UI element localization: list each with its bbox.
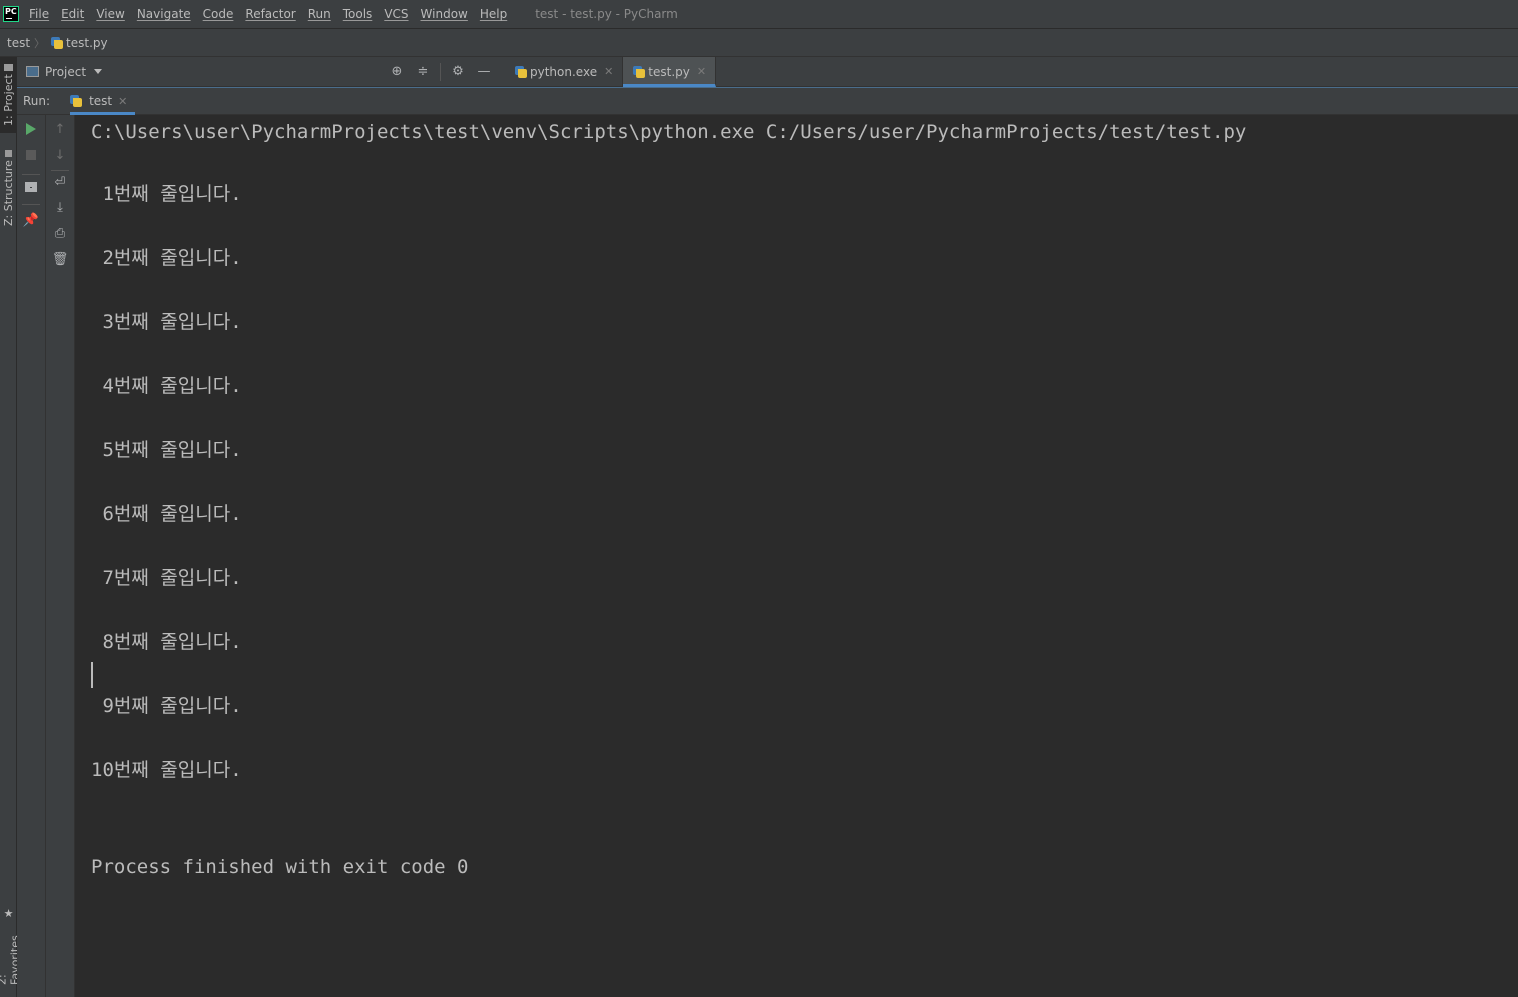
editor-tabs: python.exe ✕ test.py ✕ (505, 56, 717, 87)
scroll-up-button[interactable]: ↑ (52, 121, 68, 137)
run-console[interactable]: C:\Users\user\PycharmProjects\test\venv\… (75, 115, 1518, 997)
tool-tab-structure-label: Z: Structure (2, 160, 15, 227)
print-button[interactable]: ⎙ (52, 225, 68, 241)
menu-refactor[interactable]: Refactor (245, 7, 295, 21)
hide-icon[interactable]: — (471, 62, 497, 82)
tool-tab-project[interactable]: 1: Project (0, 57, 17, 133)
layout-icon (25, 182, 37, 192)
python-file-icon (515, 65, 527, 78)
close-icon[interactable]: ✕ (697, 65, 706, 78)
star-icon: ★ (2, 907, 15, 920)
arrow-up-icon: ↑ (54, 121, 66, 137)
console-output-line: 2번째 줄입니다. (91, 247, 242, 269)
python-file-icon (70, 95, 83, 107)
tool-tab-structure[interactable]: Z: Structure (0, 145, 17, 231)
console-output-line: 8번째 줄입니다. (91, 631, 242, 653)
stop-button[interactable] (23, 147, 39, 163)
console-output-line: 9번째 줄입니다. (91, 695, 242, 717)
printer-icon: ⎙ (54, 225, 66, 241)
folder-icon (4, 63, 13, 71)
menu-vcs[interactable]: VCS (384, 7, 408, 21)
scroll-to-end-icon: ⤓ (57, 199, 63, 215)
scroll-to-end-button[interactable]: ⤓ (52, 199, 68, 215)
pin-tab-button[interactable]: 📌 (23, 212, 39, 228)
close-icon[interactable]: ✕ (118, 95, 127, 108)
menu-bar: PC File Edit View Navigate Code Refactor… (0, 0, 1518, 29)
breadcrumb: test 〉 test.py (0, 29, 1518, 57)
menu-help[interactable]: Help (480, 7, 507, 21)
run-toolbar-secondary: ↑ ↓ ⏎ ⤓ ⎙ 🗑 (46, 115, 75, 997)
menu-tools[interactable]: Tools (343, 7, 373, 21)
python-file-icon (51, 36, 64, 49)
menu-edit[interactable]: Edit (61, 7, 84, 21)
pycharm-logo-icon: PC (3, 6, 19, 22)
window-title: test - test.py - PyCharm (535, 7, 678, 21)
clear-all-button[interactable]: 🗑 (51, 251, 69, 267)
text-cursor (91, 662, 93, 688)
run-toolbar-primary: 📌 (17, 115, 46, 997)
menu-code[interactable]: Code (203, 7, 234, 21)
scroll-down-button[interactable]: ↓ (52, 147, 68, 163)
tool-tab-favorites[interactable]: 2: Favorites ★ (0, 903, 22, 989)
soft-wrap-button[interactable]: ⏎ (52, 174, 68, 190)
console-output-line: 1번째 줄입니다. (91, 183, 242, 205)
console-output-line: 7번째 줄입니다. (91, 567, 242, 589)
menu-view[interactable]: View (96, 7, 124, 21)
run-tab-test[interactable]: test ✕ (70, 88, 136, 115)
gear-icon[interactable]: ⚙ (445, 62, 471, 82)
breadcrumb-project[interactable]: test (7, 36, 30, 50)
project-window-icon (26, 66, 39, 77)
pin-icon: 📌 (22, 212, 40, 228)
collapse-all-icon[interactable]: ≑ (410, 62, 436, 82)
restore-layout-button[interactable] (23, 179, 39, 195)
toolbar-divider (22, 174, 40, 175)
chevron-down-icon (94, 69, 103, 74)
project-view-selector[interactable]: Project (26, 65, 384, 79)
toolbar-divider (440, 62, 441, 81)
console-output-line: 5번째 줄입니다. (91, 439, 242, 461)
close-icon[interactable]: ✕ (604, 65, 613, 78)
play-icon (26, 123, 36, 135)
menu-file[interactable]: File (29, 7, 49, 21)
python-file-icon (633, 65, 646, 78)
editor-tab-label: python.exe (530, 64, 598, 79)
tool-tab-project-label: 1: Project (2, 74, 15, 127)
project-view-label: Project (45, 64, 87, 79)
console-command-line: C:\Users\user\PycharmProjects\test\venv\… (91, 121, 1247, 143)
console-output-line: 3번째 줄입니다. (91, 311, 242, 333)
left-tool-stripe: 1: Project Z: Structure 2: Favorites ★ (0, 57, 22, 997)
trash-icon: 🗑 (51, 251, 69, 267)
editor-tab-python-exe[interactable]: python.exe ✕ (505, 56, 624, 87)
console-output-line: 6번째 줄입니다. (91, 503, 242, 525)
menu-window[interactable]: Window (421, 7, 468, 21)
arrow-down-icon: ↓ (54, 147, 66, 163)
console-output-line: 10번째 줄입니다. (91, 759, 242, 781)
stop-icon (26, 150, 36, 160)
breadcrumb-file[interactable]: test.py (66, 36, 108, 50)
editor-tab-test-py[interactable]: test.py ✕ (623, 56, 717, 87)
project-toolbar: Project ⊕ ≑ ⚙ — python.exe ✕ test.py ✕ (17, 56, 1518, 87)
locate-icon[interactable]: ⊕ (384, 62, 410, 82)
toolbar-divider (51, 170, 69, 171)
menu-run[interactable]: Run (308, 7, 331, 21)
menu-navigate[interactable]: Navigate (137, 7, 191, 21)
rerun-button[interactable] (23, 121, 39, 137)
run-label: Run: (23, 94, 51, 108)
console-output-line: 4번째 줄입니다. (91, 375, 242, 397)
run-tab-label: test (89, 94, 113, 108)
soft-wrap-icon: ⏎ (54, 174, 66, 190)
run-header: Run: test ✕ (17, 87, 1518, 115)
console-exit-message: Process finished with exit code 0 (91, 856, 469, 878)
structure-icon (5, 149, 12, 157)
toolbar-divider (22, 204, 40, 205)
chevron-right-icon: 〉 (34, 36, 46, 50)
editor-tab-label: test.py (648, 64, 690, 79)
